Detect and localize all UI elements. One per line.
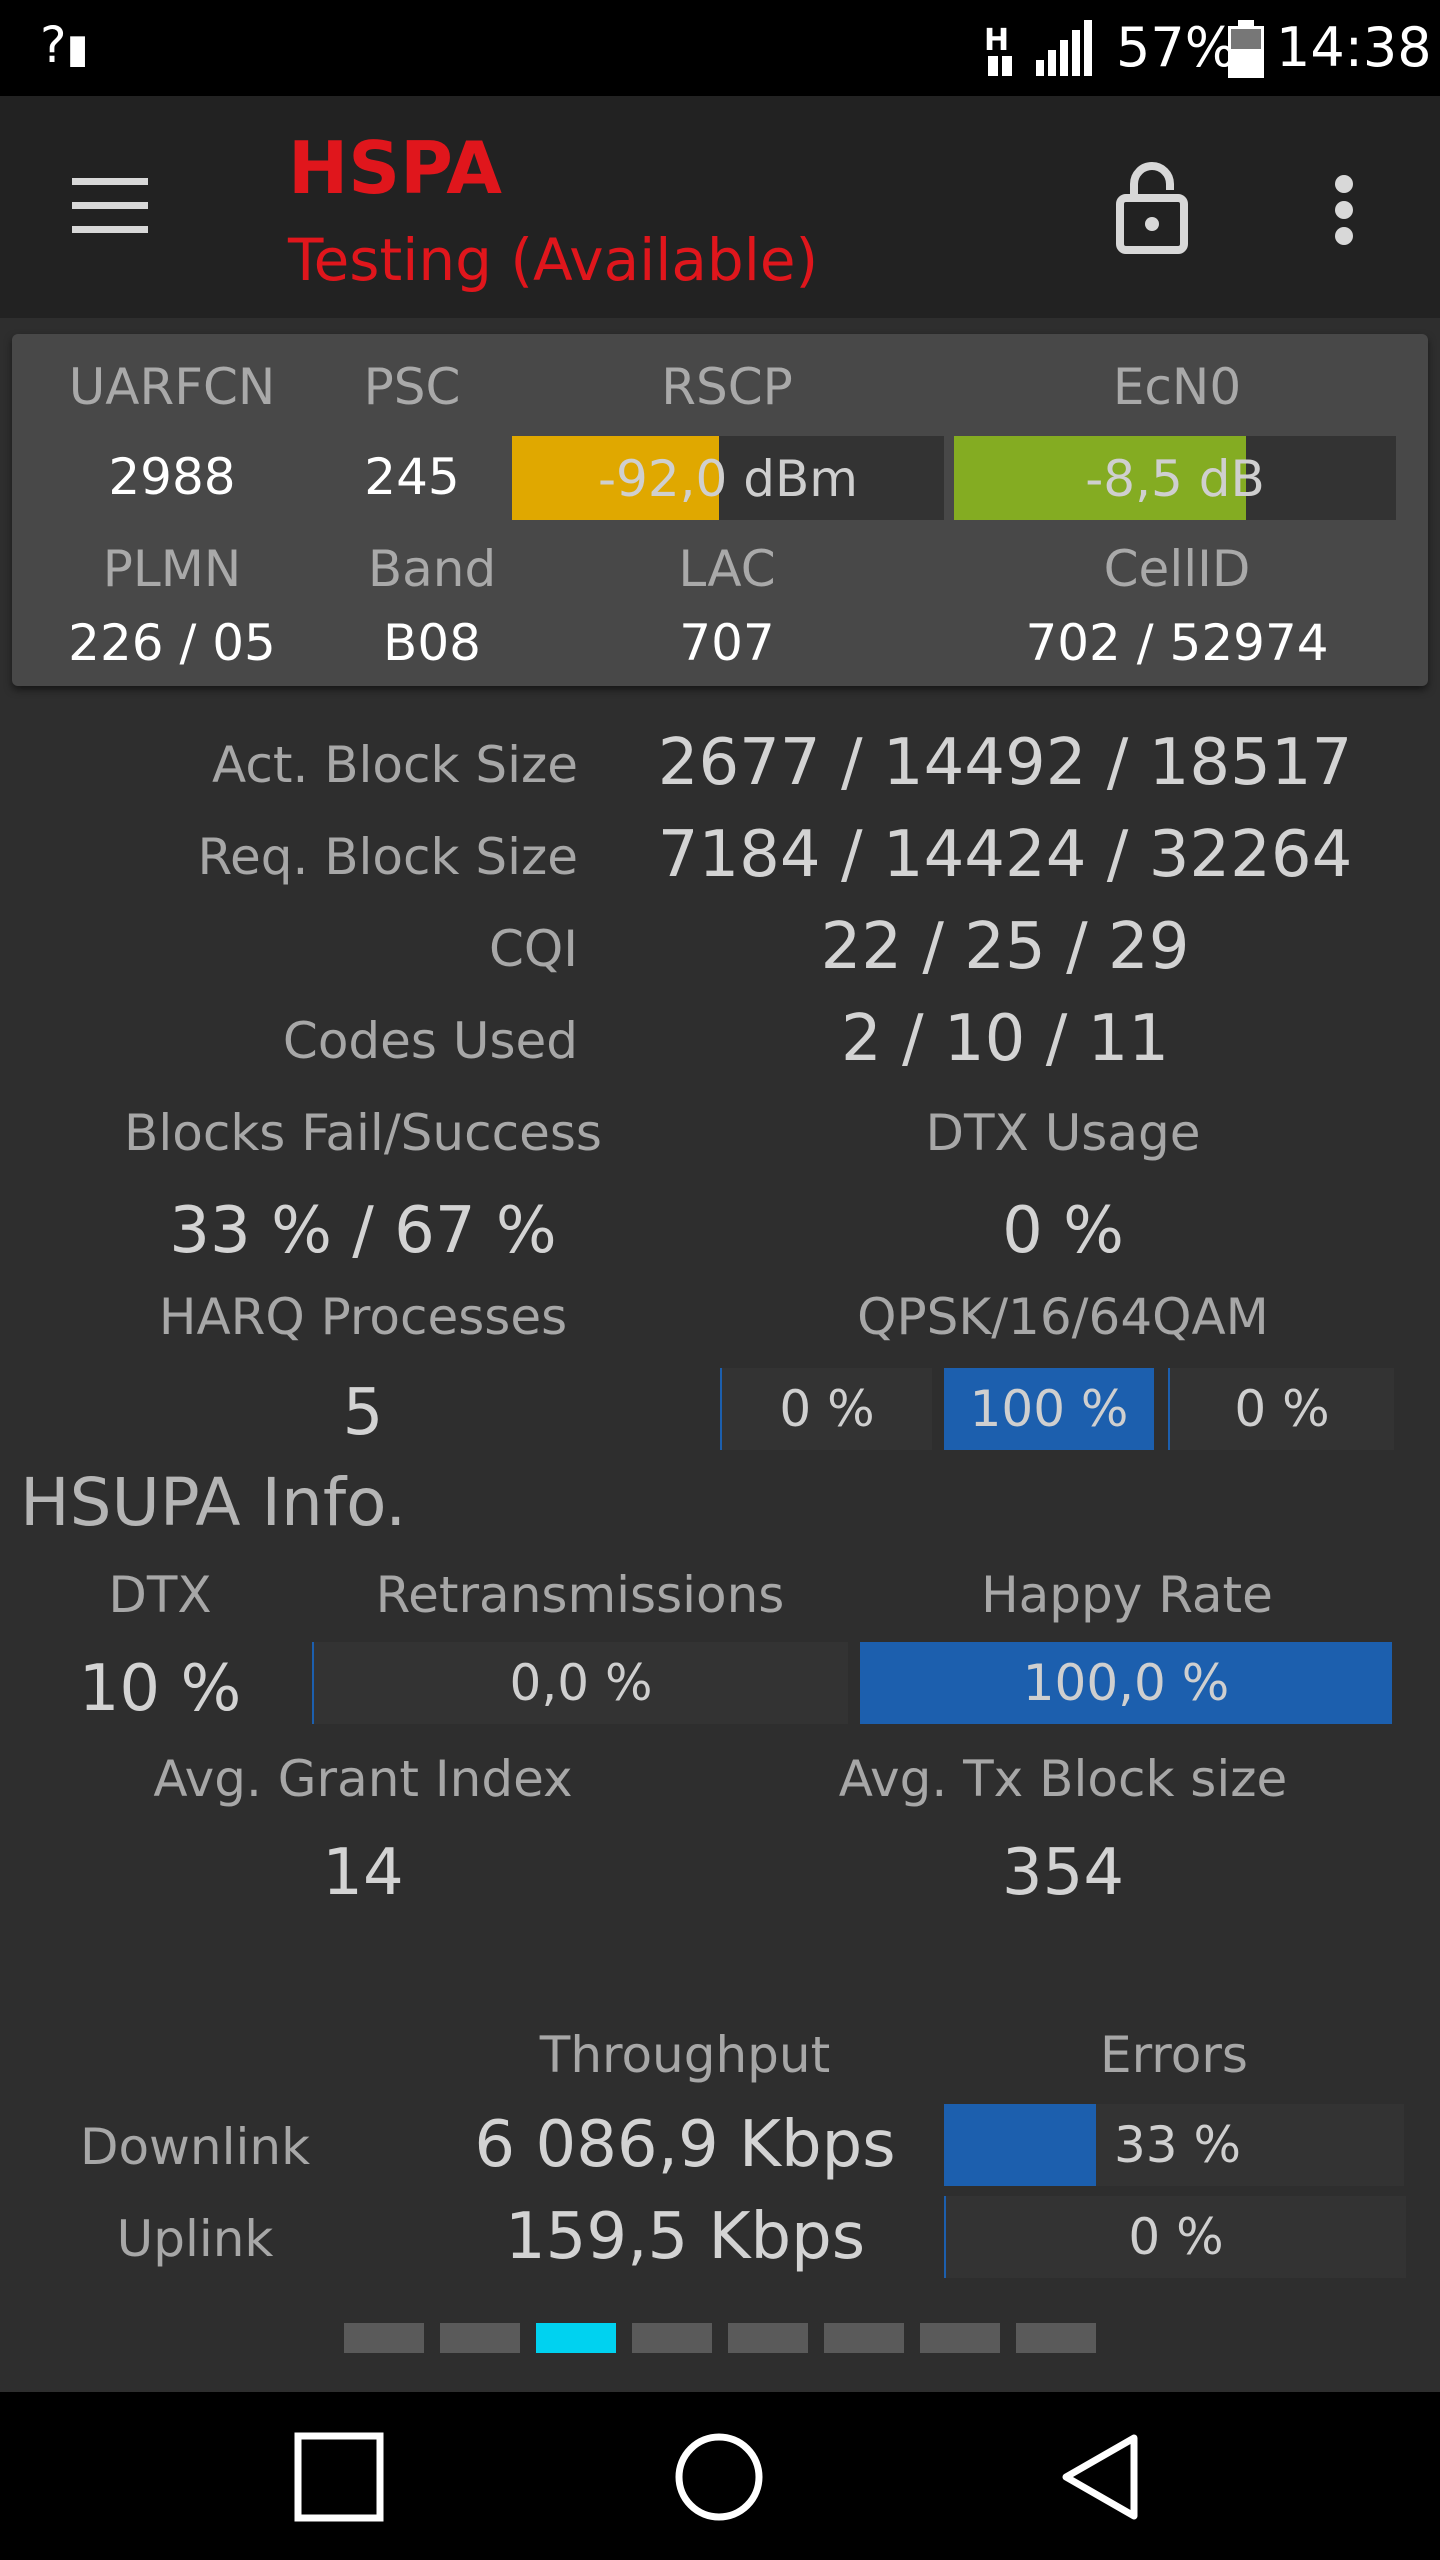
ecn0-label: EcN0 (1112, 358, 1242, 416)
downlink-errors-bar: 33 % (944, 2104, 1404, 2186)
hsupa-dtx-label: DTX (108, 1566, 212, 1624)
cqi-value: 22 / 25 / 29 (820, 910, 1190, 984)
battery-icon (1228, 20, 1264, 78)
page-dot[interactable] (440, 2323, 520, 2353)
status-bar: ?▮ H 57% 14:38 (0, 0, 1440, 96)
cqi-label: CQI (488, 920, 578, 978)
plmn-value: 226 / 05 (68, 614, 276, 672)
uplink-label: Uplink (116, 2210, 274, 2268)
req-block-label: Req. Block Size (197, 828, 578, 886)
retransmissions-label: Retransmissions (375, 1566, 785, 1624)
navigation-bar (0, 2392, 1440, 2560)
dtx-usage-label: DTX Usage (925, 1104, 1201, 1162)
back-icon[interactable] (1058, 2432, 1142, 2522)
req-block-value: 7184 / 14424 / 32264 (657, 818, 1353, 892)
qam64-value: 0 % (1234, 1380, 1330, 1438)
page-dot[interactable] (824, 2323, 904, 2353)
lac-label: LAC (678, 540, 776, 598)
dtx-usage-value: 0 % (1002, 1194, 1124, 1268)
serving-cell-panel: UARFCN PSC RSCP EcN0 2988 245 -92,0 dBm … (12, 334, 1428, 686)
avg-tx-block-label: Avg. Tx Block size (838, 1750, 1288, 1808)
happy-rate-label: Happy Rate (981, 1566, 1273, 1624)
ecn0-value: -8,5 dB (1085, 450, 1265, 508)
home-icon[interactable] (672, 2430, 766, 2524)
blocks-fail-success-label: Blocks Fail/Success (124, 1104, 602, 1162)
retransmissions-value: 0,0 % (509, 1654, 653, 1712)
harq-processes-label: HARQ Processes (158, 1288, 568, 1346)
menu-icon[interactable] (72, 178, 152, 234)
downlink-label: Downlink (79, 2118, 311, 2176)
qam16-value: 100 % (969, 1380, 1129, 1438)
recents-icon[interactable] (294, 2432, 384, 2522)
avg-grant-index-label: Avg. Grant Index (153, 1750, 573, 1808)
page-dot[interactable] (728, 2323, 808, 2353)
page-subtitle: Testing (Available) (288, 226, 819, 294)
rscp-bar: -92,0 dBm (512, 436, 944, 520)
uarfcn-value: 2988 (108, 448, 236, 506)
uplink-errors-value: 0 % (1128, 2208, 1224, 2266)
signal-strength-icon: H (984, 20, 1092, 76)
qpsk-value: 0 % (779, 1380, 875, 1438)
rscp-value: -92,0 dBm (597, 450, 858, 508)
qpsk-bar: 0 % (720, 1368, 932, 1450)
happy-rate-bar: 100,0 % (860, 1642, 1392, 1724)
hsupa-section-title: HSUPA Info. (20, 1464, 407, 1541)
act-block-value: 2677 / 14492 / 18517 (657, 726, 1353, 800)
retransmissions-bar: 0,0 % (312, 1642, 848, 1724)
uplink-errors-bar: 0 % (944, 2196, 1406, 2278)
downlink-throughput: 6 086,9 Kbps (474, 2108, 896, 2182)
qam64-bar: 0 % (1168, 1368, 1394, 1450)
signal-unknown-icon: ?▮ (40, 16, 89, 74)
throughput-label: Throughput (539, 2026, 831, 2084)
qam16-bar: 100 % (944, 1368, 1154, 1450)
more-options-icon[interactable] (1332, 174, 1356, 246)
page-title: HSPA (288, 126, 502, 210)
happy-rate-value: 100,0 % (1022, 1654, 1230, 1712)
modulation-label: QPSK/16/64QAM (857, 1288, 1269, 1346)
psc-label: PSC (363, 358, 461, 416)
ecn0-bar: -8,5 dB (954, 436, 1396, 520)
harq-processes-value: 5 (342, 1376, 384, 1450)
act-block-label: Act. Block Size (212, 736, 578, 794)
avg-tx-block-value: 354 (1001, 1836, 1125, 1910)
psc-value: 245 (364, 448, 460, 506)
plmn-label: PLMN (102, 540, 242, 598)
clock: 14:38 (1276, 16, 1432, 79)
band-value: B08 (383, 614, 481, 672)
hsupa-dtx-value: 10 % (78, 1652, 242, 1726)
codes-used-label: Codes Used (282, 1012, 578, 1070)
lac-value: 707 (679, 614, 775, 672)
page-dot[interactable] (536, 2323, 616, 2353)
cellid-label: CellID (1103, 540, 1251, 598)
band-label: Band (367, 540, 497, 598)
svg-text:H: H (984, 23, 1009, 58)
downlink-errors-value: 33 % (1114, 2116, 1242, 2174)
uplink-throughput: 159,5 Kbps (504, 2200, 866, 2274)
blocks-fail-success-value: 33 % / 67 % (169, 1194, 557, 1268)
codes-used-value: 2 / 10 / 11 (840, 1002, 1170, 1076)
lock-open-icon[interactable] (1116, 162, 1188, 254)
rscp-label: RSCP (661, 358, 793, 416)
uarfcn-label: UARFCN (68, 358, 276, 416)
page-dot[interactable] (1016, 2323, 1096, 2353)
errors-label: Errors (1100, 2026, 1248, 2084)
app-bar: HSPA Testing (Available) (0, 96, 1440, 318)
page-dot[interactable] (632, 2323, 712, 2353)
page-dot[interactable] (344, 2323, 424, 2353)
avg-grant-index-value: 14 (322, 1836, 404, 1910)
battery-percent: 57% (1116, 16, 1237, 79)
page-dot[interactable] (920, 2323, 1000, 2353)
cellid-value: 702 / 52974 (1025, 614, 1329, 672)
